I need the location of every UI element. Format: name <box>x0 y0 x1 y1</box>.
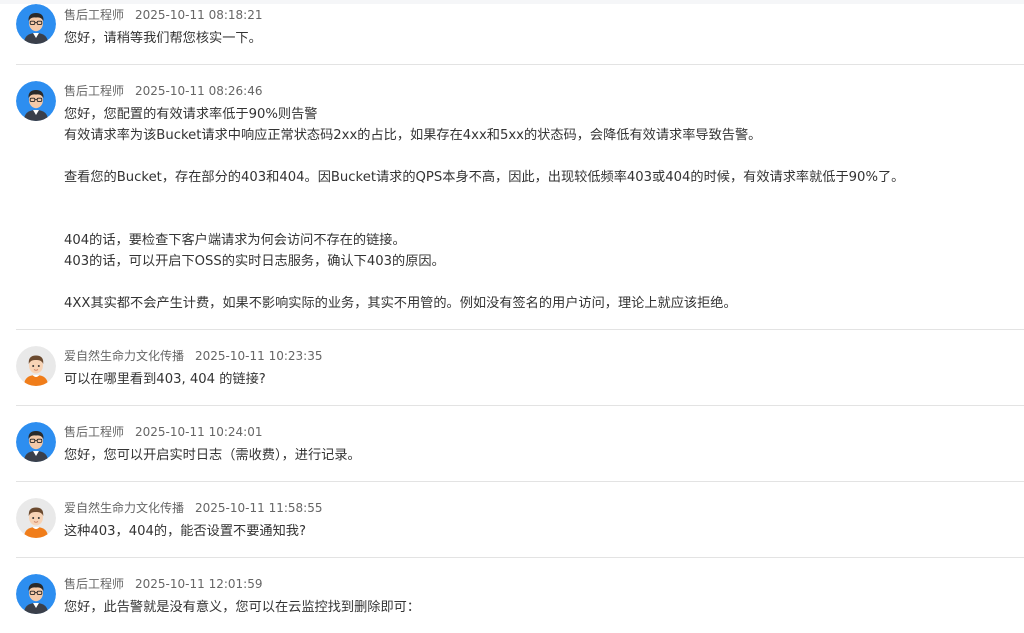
message-time: 2025-10-11 08:26:46 <box>135 84 263 98</box>
message-body: 您好，此告警就是没有意义，您可以在云监控找到删除即可： <box>64 597 420 618</box>
divider <box>16 329 1024 330</box>
message-header: 售后工程师 2025-10-11 08:26:46 <box>64 83 262 99</box>
author-name: 爱自然生命力文化传播 <box>64 501 185 515</box>
author-name: 爱自然生命力文化传播 <box>64 349 185 363</box>
message-line: 这种403，404的，能否设置不要通知我? <box>64 524 306 539</box>
author-name: 售后工程师 <box>64 425 125 439</box>
message-time: 2025-10-11 11:58:55 <box>195 501 323 515</box>
engineer-avatar-icon <box>16 4 56 44</box>
author-name: 售后工程师 <box>64 8 125 22</box>
top-edge <box>0 0 1024 4</box>
message-line: 403的话，可以开启下OSS的实时日志服务，确认下403的原因。 <box>64 254 445 269</box>
message-time: 2025-10-11 10:24:01 <box>135 425 263 439</box>
message-line: 您好，您配置的有效请求率低于90%则告警 <box>64 107 318 122</box>
message-body: 这种403，404的，能否设置不要通知我? <box>64 521 306 542</box>
message-line: 查看您的Bucket，存在部分的403和404。因Bucket请求的QPS本身不… <box>64 170 905 185</box>
engineer-avatar-icon <box>16 574 56 614</box>
customer-avatar-icon <box>16 346 56 386</box>
divider <box>16 405 1024 406</box>
message-header: 爱自然生命力文化传播 2025-10-11 11:58:55 <box>64 500 322 516</box>
message-line <box>64 146 904 167</box>
message-time: 2025-10-11 08:18:21 <box>135 8 263 22</box>
message-body: 您好，请稍等我们帮您核实一下。 <box>64 28 262 49</box>
message-line <box>64 188 904 209</box>
customer-avatar-icon <box>16 498 56 538</box>
message-line: 您好，您可以开启实时日志（需收费），进行记录。 <box>64 448 361 463</box>
message-body: 您好，您配置的有效请求率低于90%则告警 有效请求率为该Bucket请求中响应正… <box>64 104 904 314</box>
author-name: 售后工程师 <box>64 84 125 98</box>
author-name: 售后工程师 <box>64 577 125 591</box>
message-header: 售后工程师 2025-10-11 08:18:21 <box>64 7 262 23</box>
message-body: 可以在哪里看到403, 404 的链接? <box>64 369 266 390</box>
divider <box>16 64 1024 65</box>
message-line: 可以在哪里看到403, 404 的链接? <box>64 372 266 387</box>
divider <box>16 481 1024 482</box>
message-line: 404的话，要检查下客户端请求为何会访问不存在的链接。 <box>64 233 406 248</box>
message-time: 2025-10-11 12:01:59 <box>135 577 263 591</box>
message-header: 售后工程师 2025-10-11 12:01:59 <box>64 576 262 592</box>
message-header: 爱自然生命力文化传播 2025-10-11 10:23:35 <box>64 348 322 364</box>
engineer-avatar-icon <box>16 81 56 121</box>
message-line <box>64 272 904 293</box>
divider <box>16 557 1024 558</box>
message-time: 2025-10-11 10:23:35 <box>195 349 323 363</box>
message-body: 您好，您可以开启实时日志（需收费），进行记录。 <box>64 445 361 466</box>
message-line: 您好，请稍等我们帮您核实一下。 <box>64 31 262 46</box>
message-line: 4XX其实都不会产生计费，如果不影响实际的业务，其实不用管的。例如没有签名的用户… <box>64 296 737 311</box>
message-header: 售后工程师 2025-10-11 10:24:01 <box>64 424 262 440</box>
message-line <box>64 209 904 230</box>
message-line: 有效请求率为该Bucket请求中响应正常状态码2xx的占比，如果存在4xx和5x… <box>64 128 762 143</box>
engineer-avatar-icon <box>16 422 56 462</box>
message-line: 您好，此告警就是没有意义，您可以在云监控找到删除即可： <box>64 600 421 615</box>
